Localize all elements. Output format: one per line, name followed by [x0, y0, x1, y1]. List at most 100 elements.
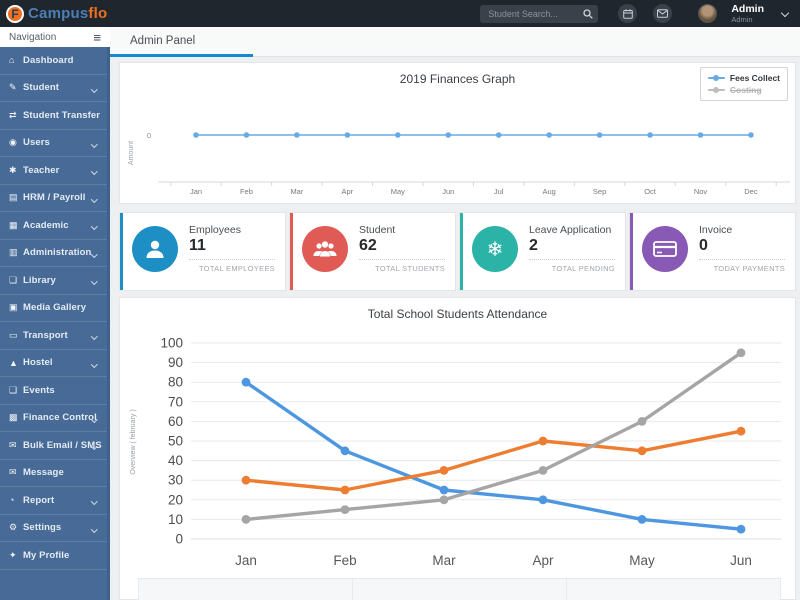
divider [529, 259, 615, 260]
sidebar-item-events[interactable]: ❑ Events [0, 377, 107, 405]
sidebar-item-library[interactable]: ❏ Library [0, 267, 107, 295]
sidebar-item-label: Library [23, 274, 56, 286]
divider [359, 259, 445, 260]
card-value: 62 [359, 237, 377, 254]
sidebar-item-administration[interactable]: ▥ Administration [0, 240, 107, 267]
sidebar-item-finance-control[interactable]: ▩ Finance Control [0, 405, 107, 432]
card-footer: TOTAL PENDING [551, 264, 615, 273]
svg-text:30: 30 [168, 473, 183, 488]
legend-label: Fees Collect [729, 73, 780, 83]
app-logo: F Campusflo [6, 4, 107, 23]
sidebar-item-label: Bulk Email / SMS [23, 439, 102, 451]
avatar[interactable] [698, 4, 718, 23]
table-header-cell [139, 579, 353, 600]
home-icon: ⌂ [9, 55, 15, 66]
svg-text:Apr: Apr [532, 553, 554, 568]
sidebar-item-settings[interactable]: ⚙ Settings [0, 515, 107, 542]
student-search [480, 4, 599, 23]
calendar-icon [623, 8, 633, 19]
sidebar-item-transport[interactable]: ▭ Transport [0, 322, 107, 350]
tab-admin-panel[interactable]: Admin Panel [110, 27, 253, 57]
sidebar-item-media-gallery[interactable]: ▣ Media Gallery [0, 295, 107, 322]
bulk-email-icon: ✉ [9, 439, 17, 450]
svg-text:Jan: Jan [235, 553, 257, 568]
sidebar-item-bulk-email-sms[interactable]: ✉ Bulk Email / SMS [0, 432, 107, 460]
svg-text:0: 0 [147, 131, 151, 140]
users-icon: ◉ [9, 137, 17, 148]
top-header: F Campusflo Admin Admin [0, 0, 800, 27]
svg-text:10: 10 [168, 512, 183, 527]
tab-label: Admin Panel [130, 34, 196, 47]
user-menu[interactable]: Admin Admin [731, 3, 764, 24]
message-icon: ✉ [9, 467, 17, 478]
hostel-icon: ▲ [9, 357, 18, 368]
sidebar-item-label: Student [23, 82, 60, 94]
academic-icon: ▦ [9, 219, 18, 230]
calendar-button[interactable] [618, 4, 638, 23]
sidebar-item-my-profile[interactable]: ✦ My Profile [0, 542, 107, 570]
transport-icon: ▭ [9, 329, 18, 340]
svg-text:Mar: Mar [290, 187, 303, 196]
finances-panel: 2019 Finances Graph Fees Collect Costing… [119, 62, 796, 204]
sidebar-item-message[interactable]: ✉ Message [0, 460, 107, 487]
search-icon[interactable] [583, 8, 594, 19]
chevron-down-icon [90, 333, 97, 340]
card-value: 11 [189, 237, 206, 254]
svg-text:Nov: Nov [694, 187, 708, 196]
sidebar-item-dashboard[interactable]: ⌂ Dashboard [0, 47, 107, 75]
sidebar-item-label: Finance Control [23, 412, 97, 424]
sidebar-item-label: Media Gallery [23, 302, 87, 314]
sidebar-item-teacher[interactable]: ✱ Teacher [0, 157, 107, 185]
svg-text:0: 0 [175, 532, 183, 547]
svg-text:Jun: Jun [442, 187, 454, 196]
user-role: Admin [731, 15, 753, 24]
student-icon: ✎ [9, 82, 17, 93]
sidebar-item-hostel[interactable]: ▲ Hostel [0, 350, 107, 377]
svg-text:Feb: Feb [333, 553, 356, 568]
card-invoice: Invoice 0 TODAY PAYMENTS [629, 212, 796, 291]
sidebar-item-student[interactable]: ✎ Student [0, 75, 107, 102]
credit-card-icon [642, 226, 688, 272]
card-students: Student 62 TOTAL STUDENTS [289, 212, 456, 291]
logo-part-1: Campus [28, 5, 89, 22]
table-header-cell [353, 579, 567, 600]
chevron-down-icon [90, 250, 97, 257]
chevron-down-icon[interactable] [780, 8, 790, 17]
students-icon [302, 226, 348, 272]
finances-chart-title: 2019 Finances Graph [399, 72, 516, 86]
svg-text:Oct: Oct [644, 187, 657, 196]
sidebar-item-label: Dashboard [23, 54, 74, 66]
profile-icon: ✦ [9, 549, 17, 560]
main-content: Admin Panel 2019 Finances Graph Fees Col… [110, 27, 800, 600]
card-title: Employees [189, 224, 241, 236]
svg-text:Feb: Feb [240, 187, 253, 196]
messages-button[interactable] [653, 4, 673, 23]
finance-icon: ▩ [9, 412, 18, 423]
search-input[interactable] [480, 8, 599, 19]
legend-item-fees-collect[interactable]: Fees Collect [707, 72, 780, 84]
app-title: Campusflo [28, 5, 107, 22]
sidebar-item-label: HRM / Payroll [23, 192, 86, 204]
divider [189, 259, 275, 260]
card-footer: TOTAL STUDENTS [375, 264, 445, 273]
svg-text:100: 100 [160, 336, 183, 351]
sidebar-item-academic[interactable]: ▦ Academic [0, 212, 107, 240]
sidebar-nav: ⌂ Dashboard ✎ Student ⇄ Student Transfer ◉ User… [0, 47, 110, 600]
svg-text:40: 40 [168, 453, 183, 468]
hamburger-icon[interactable]: ≡ [93, 31, 101, 44]
sidebar-item-report[interactable]: ◔ Report [0, 487, 107, 515]
sidebar-item-users[interactable]: ◉ Users [0, 130, 107, 157]
sidebar-item-label: Teacher [23, 164, 60, 176]
svg-text:Dec: Dec [744, 187, 758, 196]
sidebar-item-student-transfer[interactable]: ⇄ Student Transfer [0, 102, 107, 130]
attendance-chart-title: Total School Students Attendance [367, 307, 548, 321]
sidebar-item-hrm-payroll[interactable]: ▤ HRM / Payroll [0, 185, 107, 212]
svg-text:May: May [629, 553, 655, 568]
chevron-down-icon [90, 360, 97, 367]
svg-text:Overview ( february ): Overview ( february ) [130, 409, 137, 474]
chevron-down-icon [90, 223, 97, 230]
svg-text:80: 80 [168, 375, 183, 390]
sidebar-item-label: My Profile [23, 549, 70, 561]
sidebar-item-label: Events [23, 384, 55, 396]
stats-cards: Employees 11 TOTAL EMPLOYEES Student 62 … [119, 212, 796, 291]
